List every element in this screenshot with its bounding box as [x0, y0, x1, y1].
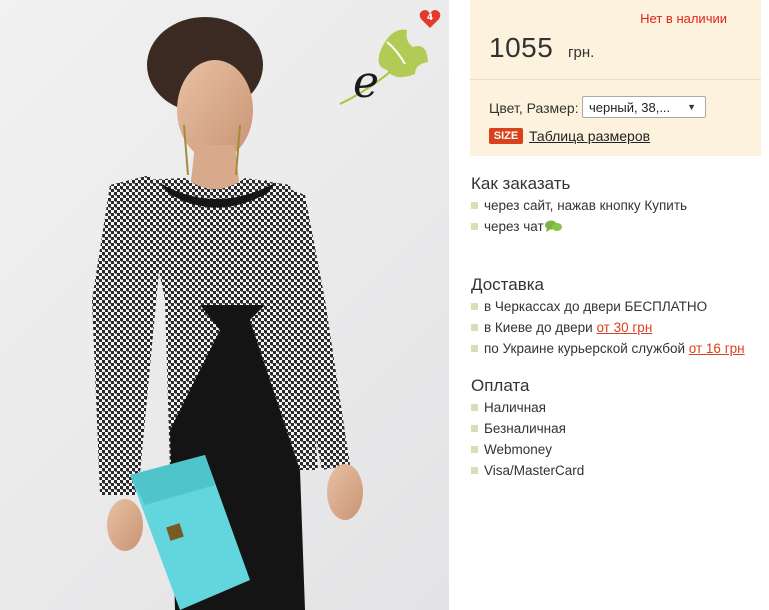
bullet-icon [471, 345, 478, 352]
favorites-heart-badge[interactable]: 4 [419, 9, 441, 29]
payment-item: Наличная [471, 400, 546, 415]
bullet-icon [471, 425, 478, 432]
stock-status: Нет в наличии [640, 11, 727, 26]
product-image[interactable]: e 4 [0, 0, 449, 610]
color-size-label: Цвет, Размер: [489, 100, 579, 116]
chevron-down-icon: ▼ [687, 102, 696, 112]
panel-divider [470, 79, 761, 80]
brand-logo: e [339, 29, 428, 108]
bullet-icon [471, 446, 478, 453]
bullet-icon [471, 404, 478, 411]
how-to-order-item: через чат [471, 219, 562, 234]
favorites-count: 4 [426, 13, 434, 23]
bullet-icon [471, 467, 478, 474]
delivery-price-link[interactable]: от 16 грн [689, 341, 745, 356]
bullet-icon [471, 202, 478, 209]
how-to-order-item: через сайт, нажав кнопку Купить [471, 198, 687, 213]
delivery-price-link[interactable]: от 30 грн [596, 320, 652, 335]
bullet-icon [471, 223, 478, 230]
delivery-item: в Киеве до двери от 30 грн [471, 320, 652, 335]
size-table-link[interactable]: Таблица размеров [529, 128, 650, 144]
payment-item: Webmoney [471, 442, 552, 457]
bullet-icon [471, 303, 478, 310]
svg-text:e: e [353, 57, 379, 108]
price-value: 1055 [489, 32, 554, 63]
bullet-icon [471, 324, 478, 331]
delivery-title: Доставка [471, 275, 545, 294]
color-size-select[interactable]: черный, 38,... ▼ [582, 96, 706, 118]
price-currency: грн. [568, 44, 595, 61]
payment-item: Visa/MasterCard [471, 463, 584, 478]
size-badge: SIZE [489, 128, 523, 144]
payment-title: Оплата [471, 376, 530, 395]
delivery-item: по Украине курьерской службой от 16 грн [471, 341, 745, 356]
price-panel: Нет в наличии 1055 грн. Цвет, Размер: че… [470, 0, 761, 156]
delivery-item: в Черкассах до двери БЕСПЛАТНО [471, 299, 707, 314]
payment-item: Безналичная [471, 421, 566, 436]
chat-icon[interactable] [544, 220, 562, 233]
color-size-selected-value: черный, 38,... [589, 100, 671, 115]
how-to-order-title: Как заказать [471, 174, 571, 193]
